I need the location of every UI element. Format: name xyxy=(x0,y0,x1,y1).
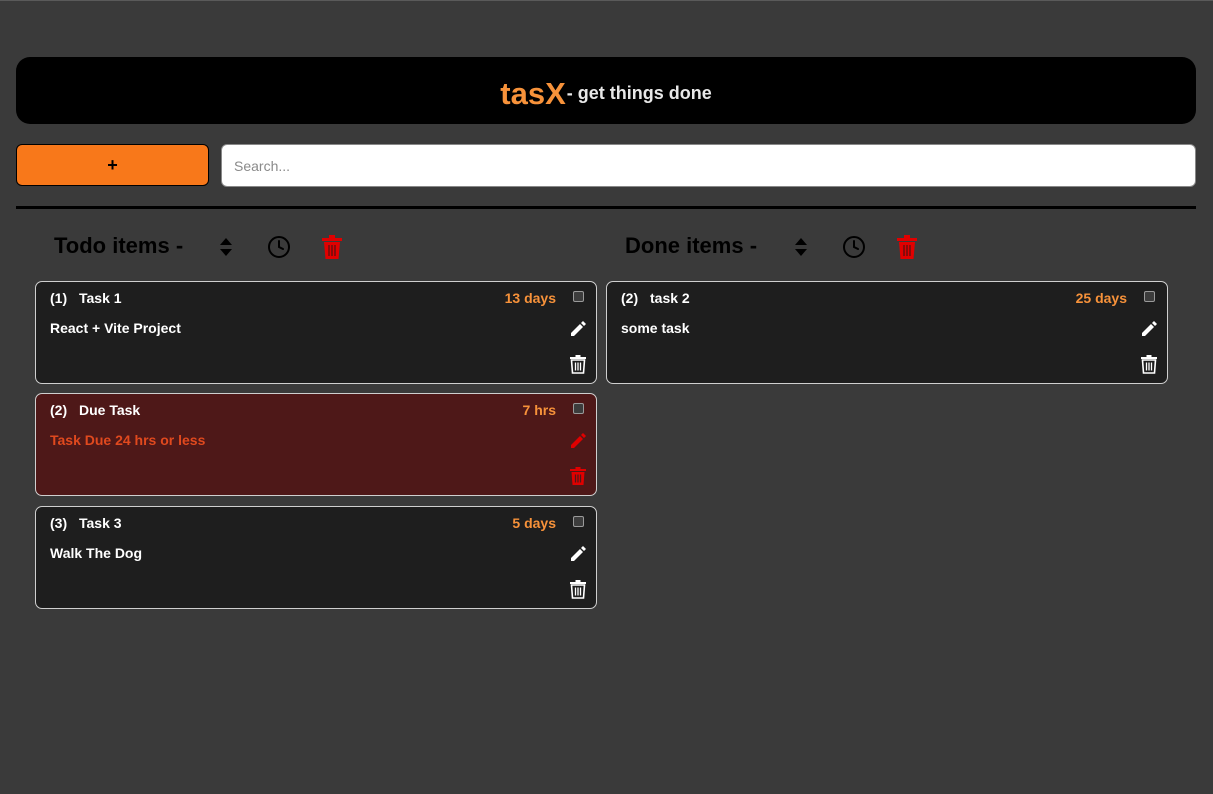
todo-sort-button[interactable] xyxy=(212,233,240,261)
done-clear-button[interactable] xyxy=(893,233,921,261)
task-checkbox[interactable] xyxy=(573,291,584,302)
done-card[interactable]: (2) task 2 25 days some task xyxy=(606,281,1168,384)
task-description: some task xyxy=(621,320,690,336)
sort-icon xyxy=(220,238,232,256)
done-clock-button[interactable] xyxy=(840,233,868,261)
task-title: Task 1 xyxy=(79,290,122,306)
add-task-button[interactable]: + xyxy=(16,144,209,186)
tagline: - get things done xyxy=(566,83,712,103)
top-border xyxy=(0,0,1213,1)
task-number: (1) xyxy=(50,290,68,306)
trash-icon[interactable] xyxy=(569,354,587,374)
task-number: (2) xyxy=(621,290,639,306)
edit-icon[interactable] xyxy=(1140,320,1158,338)
trash-icon[interactable] xyxy=(569,466,587,486)
todo-column-title: Todo items - xyxy=(54,233,184,258)
task-title: task 2 xyxy=(650,290,690,306)
edit-icon[interactable] xyxy=(569,432,587,450)
trash-icon xyxy=(897,235,917,259)
task-description: React + Vite Project xyxy=(50,320,181,336)
task-title: Task 3 xyxy=(79,515,122,531)
app-header: tasX - get things done xyxy=(16,57,1196,124)
trash-icon xyxy=(322,235,342,259)
task-checkbox[interactable] xyxy=(573,516,584,527)
clock-icon xyxy=(268,236,290,258)
edit-icon[interactable] xyxy=(569,545,587,563)
task-title: Due Task xyxy=(79,402,141,418)
brand-logo: tasX xyxy=(500,75,566,111)
todo-card[interactable]: (1) Task 1 13 days React + Vite Project xyxy=(35,281,597,384)
done-sort-button[interactable] xyxy=(787,233,815,261)
divider xyxy=(16,206,1196,209)
task-description: Walk The Dog xyxy=(50,545,143,561)
task-time-remaining: 5 days xyxy=(512,515,556,531)
task-time-remaining: 7 hrs xyxy=(522,402,556,418)
task-description: Task Due 24 hrs or less xyxy=(50,432,206,448)
task-number: (3) xyxy=(50,515,68,531)
todo-clear-button[interactable] xyxy=(318,233,346,261)
search-input[interactable] xyxy=(221,144,1196,187)
trash-icon[interactable] xyxy=(1140,354,1158,374)
trash-icon[interactable] xyxy=(569,579,587,599)
done-column-title: Done items - xyxy=(625,233,758,258)
todo-card[interactable]: (3) Task 3 5 days Walk The Dog xyxy=(35,506,597,609)
edit-icon[interactable] xyxy=(569,320,587,338)
sort-icon xyxy=(795,238,807,256)
task-checkbox[interactable] xyxy=(1144,291,1155,302)
todo-card-due[interactable]: (2) Due Task 7 hrs Task Due 24 hrs or le… xyxy=(35,393,597,496)
task-time-remaining: 25 days xyxy=(1075,290,1127,306)
task-time-remaining: 13 days xyxy=(504,290,556,306)
clock-icon xyxy=(843,236,865,258)
todo-clock-button[interactable] xyxy=(265,233,293,261)
task-number: (2) xyxy=(50,402,68,418)
task-checkbox[interactable] xyxy=(573,403,584,414)
